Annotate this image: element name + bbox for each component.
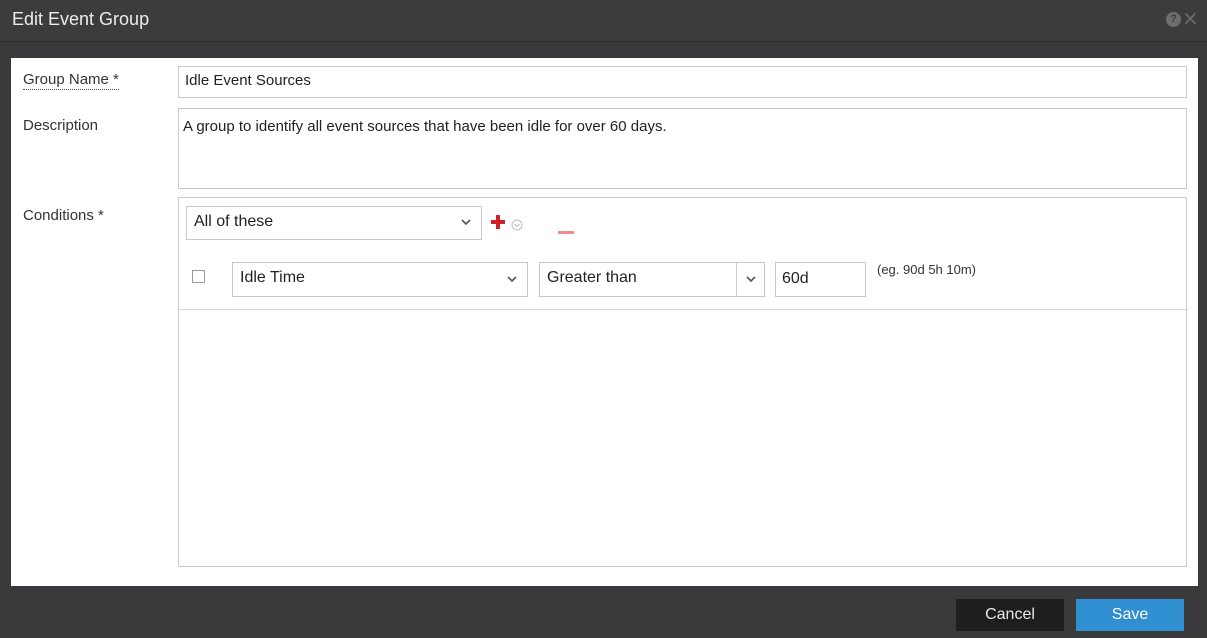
rule-value: 60d	[782, 270, 809, 287]
rule-field-select[interactable]: Idle Time	[232, 262, 528, 297]
chevron-down-icon	[746, 263, 756, 296]
rule-value-hint: (eg. 90d 5h 10m)	[877, 262, 977, 277]
rule-value-input[interactable]: 60d	[775, 262, 866, 297]
group-name-value: Idle Event Sources	[185, 72, 311, 89]
description-textarea[interactable]: A group to identify all event sources th…	[178, 108, 1187, 189]
dialog-title-bar: Edit Event Group ? ×	[0, 0, 1207, 42]
chevron-down-icon	[461, 207, 471, 239]
question-circle-icon[interactable]: ?	[1166, 12, 1181, 27]
group-name-label: Group Name *	[23, 71, 119, 90]
conditions-divider	[179, 309, 1186, 310]
match-type-value: All of these	[194, 213, 274, 230]
dialog-title: Edit Event Group	[12, 9, 150, 29]
close-icon[interactable]: ×	[1182, 8, 1199, 28]
rule-operator-select[interactable]: Greater than	[539, 262, 765, 297]
rule-checkbox[interactable]	[192, 270, 205, 283]
chevron-down-icon	[507, 263, 517, 296]
conditions-builder	[178, 197, 1187, 567]
description-value: A group to identify all event sources th…	[183, 118, 667, 135]
circle-chevron-down-icon[interactable]	[511, 216, 523, 231]
conditions-label: Conditions *	[23, 207, 104, 224]
cancel-button[interactable]: Cancel	[956, 599, 1064, 631]
rule-operator-value: Greater than	[547, 269, 637, 286]
select-divider	[736, 263, 737, 296]
plus-icon[interactable]	[490, 214, 506, 230]
rule-field-value: Idle Time	[240, 269, 305, 286]
minus-icon[interactable]	[558, 220, 574, 234]
edit-event-group-dialog: Edit Event Group ? × Group Name * Idle E…	[0, 0, 1207, 638]
description-label: Description	[23, 117, 99, 134]
group-name-input[interactable]: Idle Event Sources	[178, 66, 1187, 98]
match-type-select[interactable]: All of these	[186, 206, 482, 240]
save-button[interactable]: Save	[1076, 599, 1184, 631]
